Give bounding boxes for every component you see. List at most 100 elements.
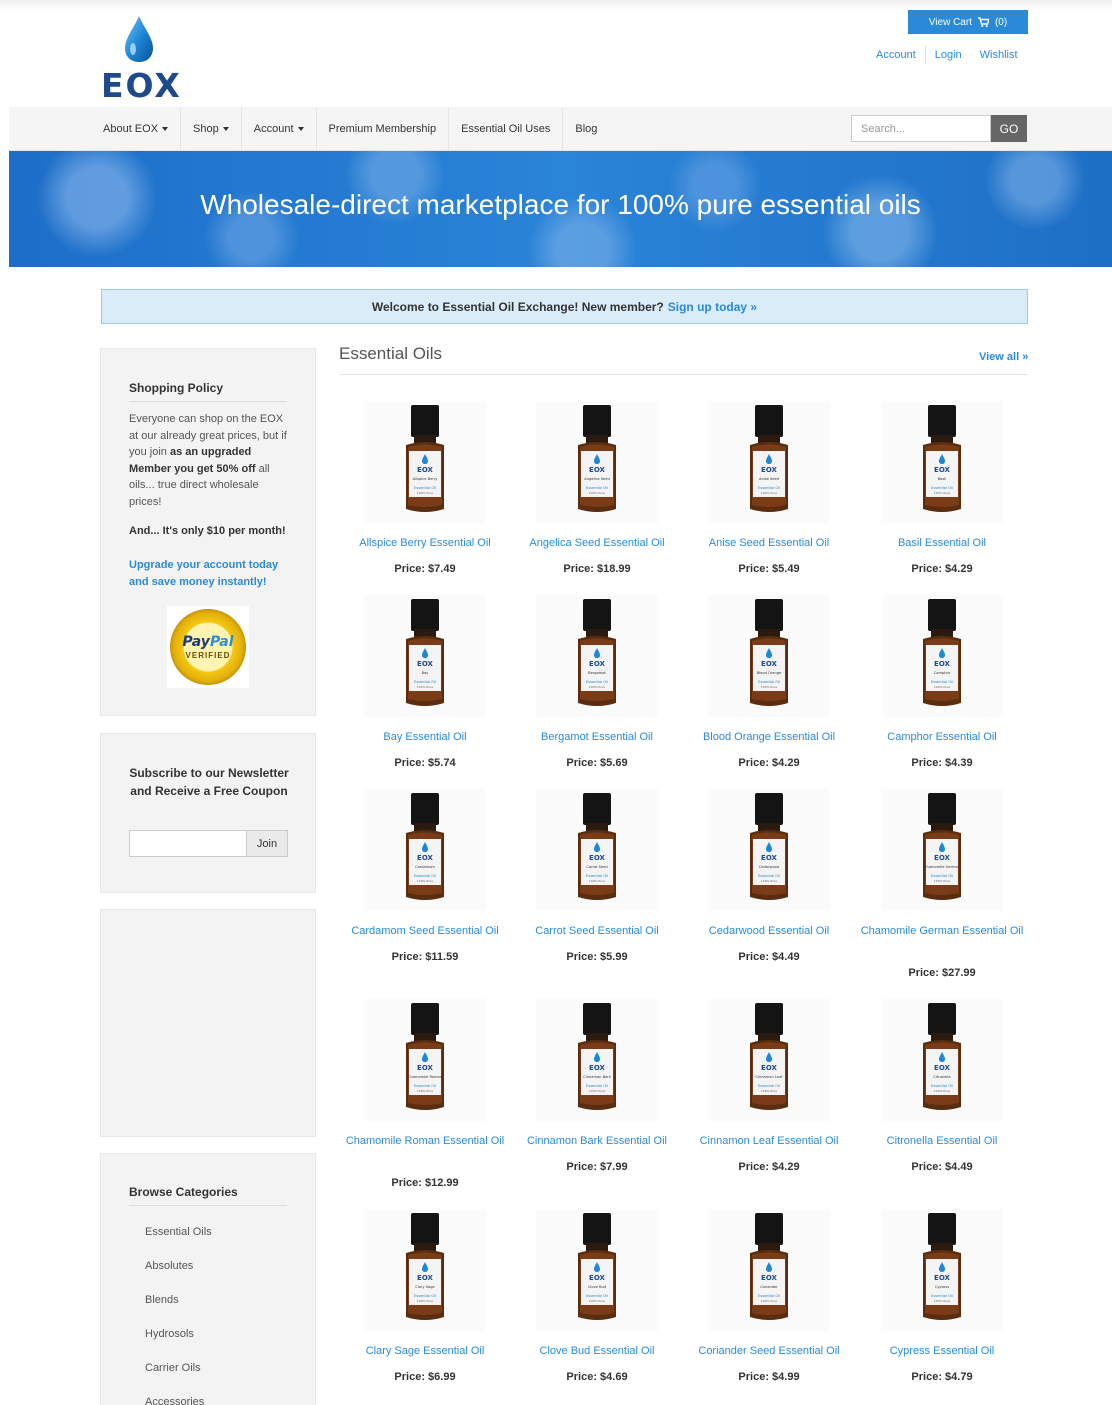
product-image[interactable]: EOX Carrot Seed Essential Oil 100% Pure: [536, 789, 658, 911]
product-image[interactable]: EOX Cinnamon Bark Essential Oil 100% Pure: [536, 999, 658, 1121]
newsletter-join-button[interactable]: Join: [247, 830, 288, 857]
bottle-purity-text: 100% Pure: [417, 491, 433, 495]
product-price: Price: $4.39: [911, 757, 973, 769]
product-image[interactable]: EOX Cypress Essential Oil 100% Pure: [881, 1209, 1003, 1331]
product-image[interactable]: EOX Chamomile German Essential Oil 100% Pur…: [881, 789, 1003, 911]
product-name-link[interactable]: Citronella Essential Oil: [856, 1133, 1028, 1149]
wishlist-link[interactable]: Wishlist: [971, 49, 1027, 61]
product-price: Price: $5.49: [738, 563, 800, 575]
bottle-brand-text: EOX: [417, 1064, 433, 1072]
bottle-oil-name: Cinnamon Leaf: [755, 1075, 783, 1079]
oil-bottle-image: EOX Clary Sage Essential Oil100% Pure: [406, 1213, 444, 1320]
product-name-link[interactable]: Bay Essential Oil: [339, 729, 511, 745]
upgrade-account-link[interactable]: Upgrade your account today and save mone…: [129, 557, 289, 590]
view-cart-button[interactable]: View Cart (0): [908, 10, 1028, 34]
product-image[interactable]: EOX Allspice Berry Essential Oil 100% Pure: [364, 401, 486, 523]
account-link[interactable]: Account: [867, 49, 925, 61]
product-name-link[interactable]: Clove Bud Essential Oil: [511, 1343, 683, 1359]
category-accessories[interactable]: Accessories: [145, 1396, 204, 1405]
bottle-brand-text: EOX: [589, 1064, 605, 1072]
bottle-brand-text: EOX: [934, 1274, 950, 1282]
product-price: Price: $5.99: [566, 951, 628, 963]
search-input[interactable]: Search...: [851, 115, 991, 142]
bottle-purity-text: 100% Pure: [761, 1299, 777, 1303]
caret-down-icon: [222, 127, 229, 131]
search-go-button[interactable]: GO: [991, 115, 1027, 142]
product-image[interactable]: EOX Cardamom Essential Oil 100% Pure: [364, 789, 486, 911]
bottle-kind-text: Essential Oil: [586, 1294, 608, 1298]
product-name-link[interactable]: Coriander Seed Essential Oil: [683, 1343, 855, 1359]
eox-logo[interactable]: EOX: [101, 14, 191, 105]
product-price: Price: $18.99: [563, 563, 631, 575]
product-card: EOX Blood Orange Essential Oil 100% Pure Blo…: [683, 595, 855, 785]
product-image[interactable]: EOX Chamomile Roman Essential Oil 100% Pure: [364, 999, 486, 1121]
nav-item-shop[interactable]: Shop: [181, 107, 242, 151]
product-image[interactable]: EOX Clove Bud Essential Oil 100% Pure: [536, 1209, 658, 1331]
product-name-link[interactable]: Camphor Essential Oil: [856, 729, 1028, 745]
paypal-pal: Pal: [209, 634, 234, 650]
product-name-link[interactable]: Angelica Seed Essential Oil: [511, 535, 683, 551]
bottle-kind-text: Essential Oil: [586, 680, 608, 684]
product-image[interactable]: EOX Basil Essential Oil 100% Pure: [881, 401, 1003, 523]
nav-item-premium-membership[interactable]: Premium Membership: [317, 107, 450, 151]
category-essential-oils[interactable]: Essential Oils: [145, 1226, 212, 1238]
category-blends[interactable]: Blends: [145, 1294, 179, 1306]
product-image[interactable]: EOX Blood Orange Essential Oil 100% Pure: [708, 595, 830, 717]
nav-item-about-eox[interactable]: About EOX: [91, 107, 182, 151]
product-name-link[interactable]: Cardamom Seed Essential Oil: [339, 923, 511, 939]
product-name-link[interactable]: Cinnamon Leaf Essential Oil: [683, 1133, 855, 1149]
product-image[interactable]: EOX Camphor Essential Oil 100% Pure: [881, 595, 1003, 717]
product-name-link[interactable]: Clary Sage Essential Oil: [339, 1343, 511, 1359]
bottle-oil-name: Coriander: [760, 1285, 778, 1289]
product-price: Price: $4.79: [911, 1371, 973, 1383]
product-image[interactable]: EOX Bay Essential Oil 100% Pure: [364, 595, 486, 717]
caret-down-icon: [162, 127, 169, 131]
product-image[interactable]: EOX Clary Sage Essential Oil 100% Pure: [364, 1209, 486, 1331]
oil-bottle-image: EOX Camphor Essential Oil100% Pure: [923, 599, 961, 706]
signup-link[interactable]: Sign up today »: [668, 300, 757, 314]
product-card: EOX Cedarwood Essential Oil 100% Pure Cedarw…: [683, 789, 855, 979]
bottle-oil-name: Bay: [422, 671, 430, 675]
product-image[interactable]: EOX Angelica Seed Essential Oil 100% Pure: [536, 401, 658, 523]
category-carrier-oils[interactable]: Carrier Oils: [145, 1362, 201, 1374]
product-name-link[interactable]: Chamomile German Essential Oil: [856, 923, 1028, 939]
product-image[interactable]: EOX Citronella Essential Oil 100% Pure: [881, 999, 1003, 1121]
product-image[interactable]: EOX Coriander Essential Oil 100% Pure: [708, 1209, 830, 1331]
nav-item-account[interactable]: Account: [242, 107, 317, 151]
product-name-link[interactable]: Cinnamon Bark Essential Oil: [511, 1133, 683, 1149]
category-absolutes[interactable]: Absolutes: [145, 1260, 193, 1272]
bottle-oil-name: Anise Seed: [759, 477, 779, 481]
bottle-oil-name: Camphor: [934, 671, 951, 675]
product-name-link[interactable]: Cedarwood Essential Oil: [683, 923, 855, 939]
product-name-link[interactable]: Carrot Seed Essential Oil: [511, 923, 683, 939]
oil-bottle-image: EOX Allspice Berry Essential Oil100% Pure: [406, 405, 444, 512]
product-image[interactable]: EOX Cinnamon Leaf Essential Oil 100% Pure: [708, 999, 830, 1121]
product-name-link[interactable]: Basil Essential Oil: [856, 535, 1028, 551]
product-name-link[interactable]: Cypress Essential Oil: [856, 1343, 1028, 1359]
bottle-oil-name: Allspice Berry: [413, 477, 439, 481]
product-name-link[interactable]: Anise Seed Essential Oil: [683, 535, 855, 551]
bottle-kind-text: Essential Oil: [414, 680, 436, 684]
product-name-link[interactable]: Bergamot Essential Oil: [511, 729, 683, 745]
bottle-oil-name: Basil: [938, 477, 947, 481]
product-name-link[interactable]: Allspice Berry Essential Oil: [339, 535, 511, 551]
bottle-kind-text: Essential Oil: [586, 874, 608, 878]
nav-item-essential-oil-uses[interactable]: Essential Oil Uses: [449, 107, 564, 151]
oil-bottle-image: EOX Bay Essential Oil100% Pure: [406, 599, 444, 706]
product-name-link[interactable]: Chamomile Roman Essential Oil: [339, 1133, 511, 1149]
product-image[interactable]: EOX Anise Seed Essential Oil 100% Pure: [708, 401, 830, 523]
category-hydrosols[interactable]: Hydrosols: [145, 1328, 194, 1340]
newsletter-email-input[interactable]: [129, 830, 247, 857]
view-all-link[interactable]: View all »: [979, 351, 1028, 363]
bottle-oil-name: Cedarwood: [759, 865, 779, 869]
bottle-brand-text: EOX: [761, 660, 777, 668]
nav-item-blog[interactable]: Blog: [563, 107, 609, 151]
login-link[interactable]: Login: [926, 49, 971, 61]
bottle-purity-text: 100% Pure: [934, 1299, 950, 1303]
oil-bottle-image: EOX Basil Essential Oil100% Pure: [923, 405, 961, 512]
view-cart-label: View Cart: [928, 16, 972, 28]
product-image[interactable]: EOX Cedarwood Essential Oil 100% Pure: [708, 789, 830, 911]
product-image[interactable]: EOX Bergamot Essential Oil 100% Pure: [536, 595, 658, 717]
product-name-link[interactable]: Blood Orange Essential Oil: [683, 729, 855, 745]
bottle-brand-text: EOX: [417, 466, 433, 474]
